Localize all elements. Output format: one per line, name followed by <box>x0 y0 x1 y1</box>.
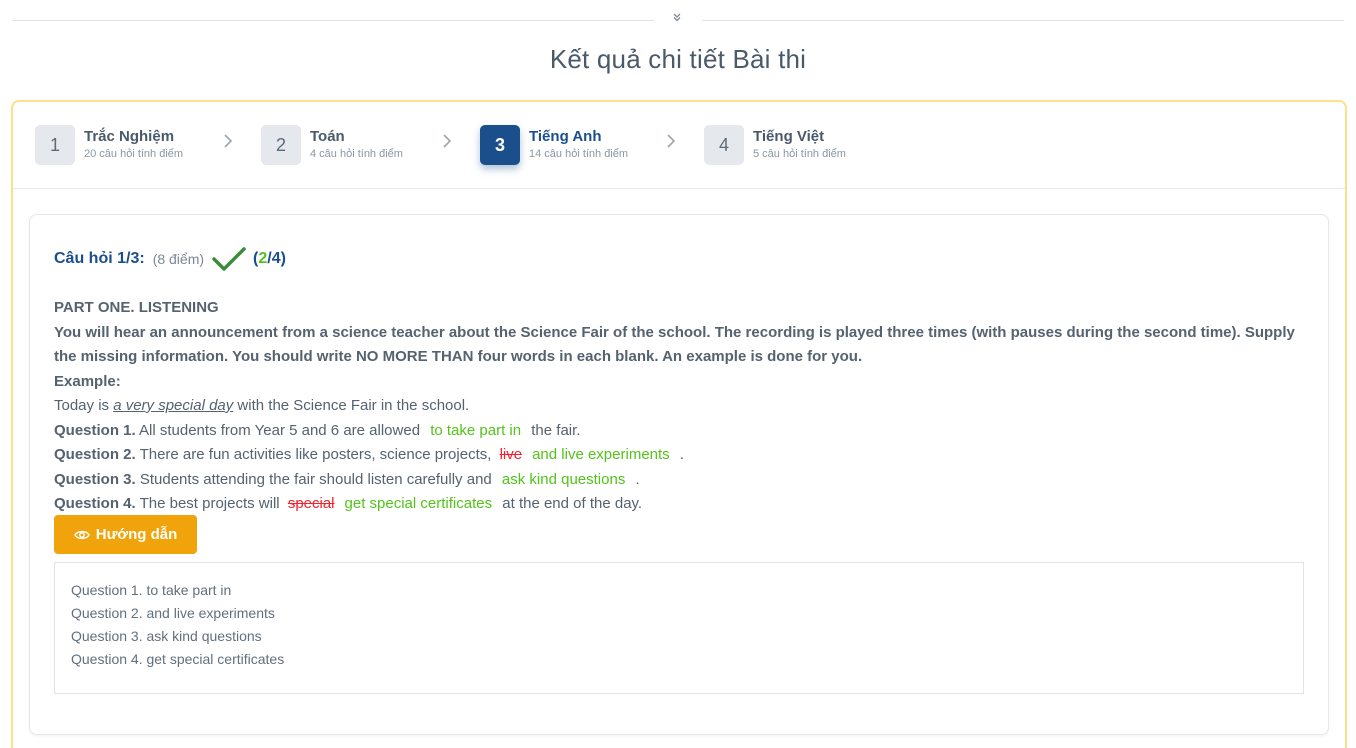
part-title: PART ONE. LISTENING <box>54 299 219 316</box>
question-item: Question 1. All students from Year 5 and… <box>54 421 581 439</box>
step-subtitle: 4 câu hỏi tính điểm <box>310 148 403 160</box>
eye-icon <box>73 530 90 539</box>
top-divider <box>12 13 1344 22</box>
question-card: Câu hỏi 1/3: (8 điểm) (2/4) PART ONE. LI… <box>29 214 1329 735</box>
example-line: Today is a very special day with the Sci… <box>54 397 470 414</box>
chevron-right-icon <box>666 134 676 153</box>
step-number: 2 <box>261 125 301 165</box>
step-name: Toán <box>310 128 345 145</box>
example-answer: a very special day <box>113 397 234 414</box>
correct-answer: get special certificates <box>344 495 493 512</box>
question-title: Câu hỏi 1/3: <box>54 250 145 267</box>
chevron-right-icon <box>223 134 233 153</box>
answer-line: Question 1. to take part in <box>71 582 232 598</box>
question-score: (2/4) <box>253 250 286 267</box>
divider-line-right <box>702 20 1344 21</box>
score-correct: 2 <box>258 250 268 267</box>
guide-button-label: Hướng dẫn <box>95 526 178 543</box>
step-toan[interactable]: 2 Toán 4 câu hỏi tính điểm <box>261 125 403 165</box>
guide-button[interactable]: Hướng dẫn <box>54 515 197 554</box>
question-points: (8 điểm) <box>152 251 205 267</box>
page-title: Kết quả chi tiết Bài thi <box>549 44 807 74</box>
step-tieng-anh[interactable]: 3 Tiếng Anh 14 câu hỏi tính điểm <box>480 125 628 165</box>
answer-line: Question 3. ask kind questions <box>71 628 262 644</box>
example-label: Example: <box>54 372 121 390</box>
step-subtitle: 5 câu hỏi tính điểm <box>753 148 846 160</box>
answer-line: Question 4. get special certificates <box>71 651 285 667</box>
double-chevron-down-icon[interactable] <box>672 12 682 26</box>
correct-answer: to take part in <box>430 421 522 439</box>
step-name: Tiếng Việt <box>753 128 825 145</box>
question-item: Question 2. There are fun activities lik… <box>54 446 685 463</box>
wrong-answer: special <box>287 495 335 512</box>
checkmark-icon <box>212 247 246 271</box>
step-name: Trắc Nghiệm <box>84 128 175 145</box>
section-stepper: 1 Trắc Nghiệm 20 câu hỏi tính điểm 2 Toá… <box>13 102 1345 189</box>
question-body: PART ONE. LISTENING You will hear an ann… <box>54 296 1304 517</box>
step-name: Tiếng Anh <box>529 128 602 145</box>
question-item: Question 4. The best projects will speci… <box>54 495 643 512</box>
step-tieng-viet[interactable]: 4 Tiếng Việt 5 câu hỏi tính điểm <box>704 125 846 165</box>
answer-key-box: Question 1. to take part in Question 2. … <box>54 562 1304 694</box>
correct-answer: and live experiments <box>532 446 670 463</box>
step-subtitle: 20 câu hỏi tính điểm <box>84 148 184 160</box>
step-number: 4 <box>704 125 744 165</box>
answer-line: Question 2. and live experiments <box>71 605 275 621</box>
instructions: You will hear an announcement from a sci… <box>54 323 1295 366</box>
wrong-answer: live <box>499 446 523 463</box>
step-number: 3 <box>480 125 520 165</box>
question-item: Question 3. Students attending the fair … <box>54 470 640 488</box>
divider-line-left <box>12 20 654 21</box>
chevron-right-icon <box>442 134 452 153</box>
question-header: Câu hỏi 1/3: (8 điểm) (2/4) <box>54 246 286 272</box>
correct-answer: ask kind questions <box>501 470 626 488</box>
step-number: 1 <box>35 125 75 165</box>
step-trac-nghiem[interactable]: 1 Trắc Nghiệm 20 câu hỏi tính điểm <box>35 125 183 165</box>
step-subtitle: 14 câu hỏi tính điểm <box>529 148 629 160</box>
result-panel: 1 Trắc Nghiệm 20 câu hỏi tính điểm 2 Toá… <box>11 100 1347 748</box>
